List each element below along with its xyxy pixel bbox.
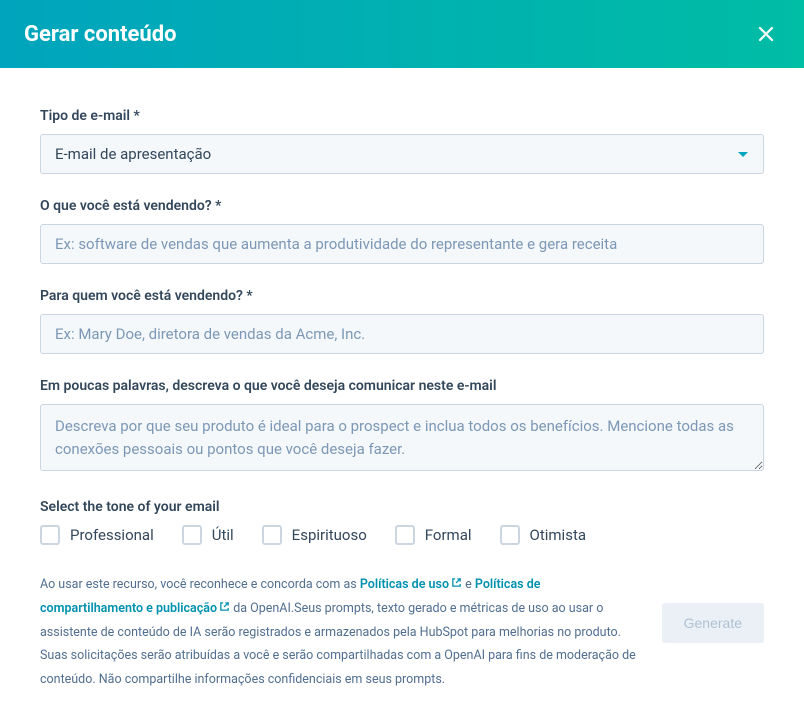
checkbox-otimista[interactable] <box>500 525 520 545</box>
tone-label-util: Útil <box>212 526 234 544</box>
describe-textarea[interactable] <box>40 404 764 471</box>
email-type-select[interactable]: E-mail de apresentação <box>40 134 764 174</box>
field-selling: O que você está vendendo? * <box>40 198 764 264</box>
tone-label-professional: Professional <box>70 526 154 544</box>
field-to-whom: Para quem você está vendendo? * <box>40 288 764 354</box>
checkbox-util[interactable] <box>182 525 202 545</box>
tone-option-formal: Formal <box>395 525 472 545</box>
close-button[interactable] <box>752 20 780 48</box>
to-whom-input[interactable] <box>40 314 764 354</box>
selling-input[interactable] <box>40 224 764 264</box>
tone-label: Select the tone of your email <box>40 499 764 515</box>
footer-row: Ao usar este recurso, você reconhece e c… <box>40 573 764 692</box>
email-type-value: E-mail de apresentação <box>55 145 211 163</box>
generate-button[interactable]: Generate <box>662 603 764 643</box>
selling-label: O que você está vendendo? * <box>40 198 764 214</box>
tone-label-espirituoso: Espirituoso <box>292 526 367 544</box>
disclaimer-text: Ao usar este recurso, você reconhece e c… <box>40 573 638 692</box>
usage-policies-link[interactable]: Políticas de uso <box>360 577 462 592</box>
checkbox-professional[interactable] <box>40 525 60 545</box>
disclaimer-part1: Ao usar este recurso, você reconhece e c… <box>40 577 360 592</box>
external-link-icon <box>219 597 230 621</box>
email-type-label: Tipo de e-mail * <box>40 108 764 124</box>
describe-label: Em poucas palavras, descreva o que você … <box>40 378 764 394</box>
modal-header: Gerar conteúdo <box>0 0 804 68</box>
checkbox-formal[interactable] <box>395 525 415 545</box>
modal-title: Gerar conteúdo <box>24 22 177 47</box>
tone-option-espirituoso: Espirituoso <box>262 525 367 545</box>
checkbox-espirituoso[interactable] <box>262 525 282 545</box>
tone-label-otimista: Otimista <box>530 526 586 544</box>
tone-options: Professional Útil Espirituoso Formal Oti… <box>40 525 764 545</box>
field-describe: Em poucas palavras, descreva o que você … <box>40 378 764 475</box>
chevron-down-icon <box>737 145 749 163</box>
disclaimer-part2: e <box>462 577 475 592</box>
to-whom-label: Para quem você está vendendo? * <box>40 288 764 304</box>
modal-body: Tipo de e-mail * E-mail de apresentação … <box>0 68 804 716</box>
tone-label-formal: Formal <box>425 526 472 544</box>
tone-option-otimista: Otimista <box>500 525 586 545</box>
tone-option-professional: Professional <box>40 525 154 545</box>
external-link-icon <box>451 573 462 597</box>
tone-option-util: Útil <box>182 525 234 545</box>
field-tone: Select the tone of your email Profession… <box>40 499 764 545</box>
close-icon <box>756 24 776 44</box>
field-email-type: Tipo de e-mail * E-mail de apresentação <box>40 108 764 174</box>
